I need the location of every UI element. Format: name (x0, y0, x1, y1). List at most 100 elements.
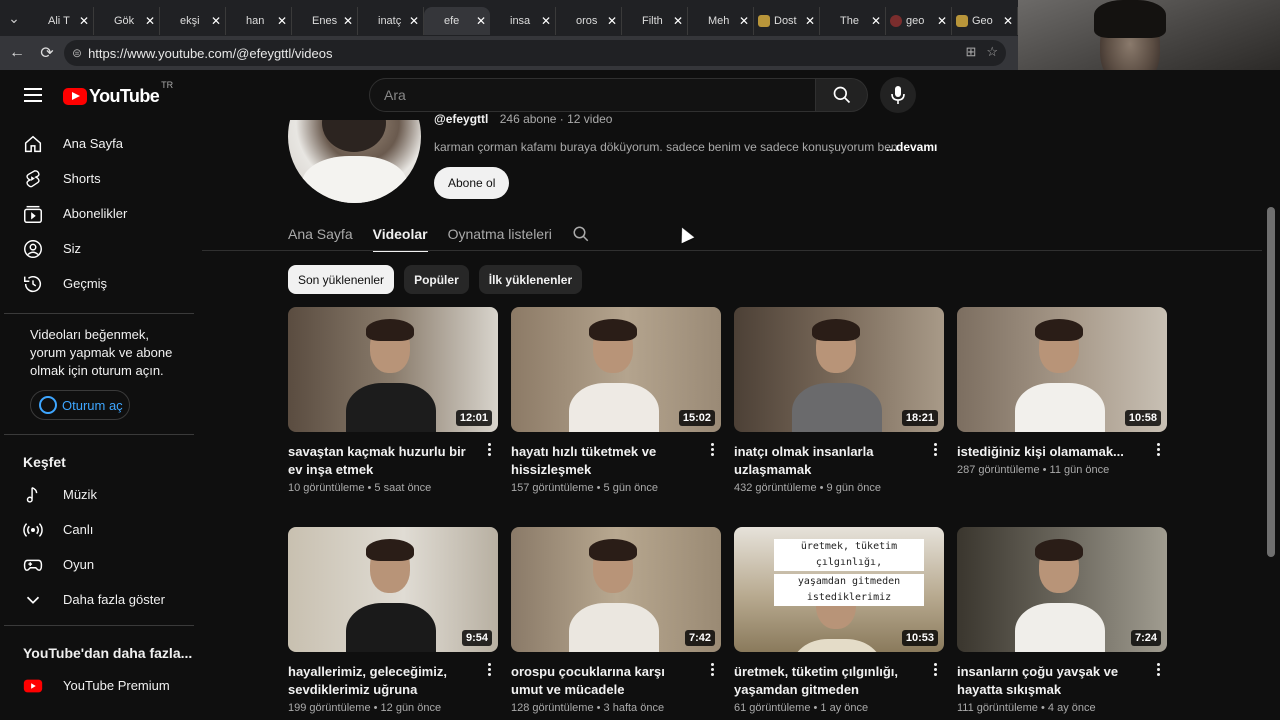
more-actions-icon[interactable] (703, 663, 721, 676)
tab-playlists[interactable]: Oynatma listeleri (448, 218, 552, 250)
video-card[interactable]: 15:02 hayatı hızlı tüketmek ve hissizleşm… (511, 307, 721, 494)
channel-meta: @efeygttl 246 abone · 12 video (434, 112, 612, 126)
back-button[interactable]: ← (2, 38, 32, 68)
browser-tab[interactable]: insa ✕ (490, 7, 556, 35)
close-icon[interactable]: ✕ (805, 14, 815, 28)
video-title[interactable]: savaştan kaçmak huzurlu bir ev inşa etme… (288, 443, 476, 479)
channel-search-button[interactable] (572, 218, 590, 250)
voice-search-button[interactable] (880, 77, 916, 113)
browser-tab[interactable]: Gök ✕ (94, 7, 160, 35)
video-card[interactable]: 7:42 orospu çocuklarına karşı umut ve müc… (511, 527, 721, 714)
sidebar-item[interactable]: Abonelikler (0, 196, 200, 231)
page-scrollbar[interactable] (1264, 147, 1280, 720)
youtube-logo[interactable]: YouTube TR (63, 80, 173, 107)
video-card[interactable]: 18:21 inatçı olmak insanlarla uzlaşmamak 4… (734, 307, 944, 494)
sidebar-item[interactable]: Shorts (0, 161, 200, 196)
browser-tab[interactable]: The ✕ (820, 7, 886, 35)
close-icon[interactable]: ✕ (79, 14, 89, 28)
browser-tab[interactable]: han ✕ (226, 7, 292, 35)
chip-popular[interactable]: Popüler (404, 265, 469, 294)
video-card[interactable]: üretmek, tüketim çılgınlığı, yaşamdan git… (734, 527, 944, 714)
chip-oldest[interactable]: İlk yüklenenler (478, 265, 583, 294)
close-icon[interactable]: ✕ (1003, 14, 1013, 28)
close-icon[interactable]: ✕ (673, 14, 683, 28)
browser-tab[interactable]: Ali T ✕ (28, 7, 94, 35)
search-input[interactable] (384, 87, 815, 103)
sidebar-item[interactable]: Siz (0, 231, 200, 266)
close-icon[interactable]: ✕ (476, 14, 486, 28)
description-more-link[interactable]: ...devamı (886, 140, 937, 154)
close-icon[interactable]: ✕ (409, 14, 419, 28)
browser-tab[interactable]: Enes ✕ (292, 7, 358, 35)
more-actions-icon[interactable] (480, 443, 498, 456)
video-title[interactable]: hayallerimiz, geleceğimiz, sevdiklerimiz… (288, 663, 476, 699)
browser-tab[interactable]: inatç ✕ (358, 7, 424, 35)
reload-button[interactable]: ⟳ (32, 38, 62, 68)
close-icon[interactable]: ✕ (607, 14, 617, 28)
tab-videos[interactable]: Videolar (372, 218, 428, 252)
channel-description[interactable]: karman çorman kafamı buraya döküyorum. s… (434, 140, 934, 154)
browser-tab[interactable]: geo ✕ (886, 7, 952, 35)
signin-button[interactable]: Oturum aç (30, 390, 130, 420)
bookmark-star-icon[interactable]: ☆ (986, 44, 998, 60)
video-thumbnail[interactable]: 10:58 (957, 307, 1167, 432)
video-title[interactable]: inatçı olmak insanlarla uzlaşmamak (734, 443, 922, 479)
browser-tab[interactable]: Filth ✕ (622, 7, 688, 35)
video-title[interactable]: istediğiniz kişi olamamak... (957, 443, 1145, 461)
close-icon[interactable]: ✕ (871, 14, 881, 28)
video-thumbnail[interactable]: 7:24 (957, 527, 1167, 652)
more-actions-icon[interactable] (703, 443, 721, 456)
video-card[interactable]: 10:58 istediğiniz kişi olamamak... 287 gör… (957, 307, 1167, 476)
address-bar[interactable]: ⊜ https://www.youtube.com/@efeygttl/vide… (64, 40, 1006, 66)
menu-icon[interactable] (24, 88, 42, 106)
close-icon[interactable]: ✕ (211, 14, 221, 28)
browser-tab[interactable]: Geo ✕ (952, 7, 1018, 35)
browser-tab[interactable]: efe ✕ (424, 7, 490, 35)
video-views: 10 görüntüleme (288, 482, 365, 494)
sidebar-item[interactable]: Müzik (0, 477, 200, 512)
browser-tab[interactable]: Dost ✕ (754, 7, 820, 35)
browser-tab[interactable]: Meh ✕ (688, 7, 754, 35)
video-card[interactable]: 9:54 hayallerimiz, geleceğimiz, sevdikler… (288, 527, 498, 714)
browser-tab[interactable]: oros ✕ (556, 7, 622, 35)
browser-tab[interactable]: ekşi ✕ (160, 7, 226, 35)
sidebar-item[interactable]: YouTube Premium (0, 668, 200, 703)
close-icon[interactable]: ✕ (145, 14, 155, 28)
more-actions-icon[interactable] (1149, 443, 1167, 456)
sidebar-item[interactable]: Ana Sayfa (0, 126, 200, 161)
video-title[interactable]: hayatı hızlı tüketmek ve hissizleşmek (511, 443, 699, 479)
tab-home[interactable]: Ana Sayfa (288, 218, 353, 250)
close-icon[interactable]: ✕ (343, 14, 353, 28)
close-icon[interactable]: ✕ (739, 14, 749, 28)
search-button[interactable] (816, 78, 868, 112)
site-info-icon[interactable]: ⊜ (72, 46, 82, 60)
video-thumbnail[interactable]: üretmek, tüketim çılgınlığı, yaşamdan git… (734, 527, 944, 652)
divider (4, 313, 194, 314)
video-title[interactable]: orospu çocuklarına karşı umut ve mücadel… (511, 663, 699, 699)
video-card[interactable]: 7:24 insanların çoğu yavşak ve hayatta sı… (957, 527, 1167, 714)
video-title[interactable]: insanların çoğu yavşak ve hayatta sıkışm… (957, 663, 1145, 699)
video-card[interactable]: 12:01 savaştan kaçmak huzurlu bir ev inşa… (288, 307, 498, 494)
more-actions-icon[interactable] (1149, 663, 1167, 676)
sidebar-item[interactable]: Geçmiş (0, 266, 200, 301)
install-app-icon[interactable]: ⊞ (965, 44, 976, 60)
more-actions-icon[interactable] (480, 663, 498, 676)
tab-search-button[interactable]: ⌄ (0, 0, 28, 36)
video-thumbnail[interactable]: 15:02 (511, 307, 721, 432)
sidebar-item[interactable]: Daha fazla göster (0, 582, 200, 617)
video-thumbnail[interactable]: 12:01 (288, 307, 498, 432)
video-thumbnail[interactable]: 18:21 (734, 307, 944, 432)
subscribe-button[interactable]: Abone ol (434, 167, 510, 199)
video-title[interactable]: üretmek, tüketim çılgınlığı, yaşamdan gi… (734, 663, 922, 699)
more-actions-icon[interactable] (926, 663, 944, 676)
more-actions-icon[interactable] (926, 443, 944, 456)
sidebar-item[interactable]: Oyun (0, 547, 200, 582)
close-icon[interactable]: ✕ (541, 14, 551, 28)
video-thumbnail[interactable]: 7:42 (511, 527, 721, 652)
close-icon[interactable]: ✕ (937, 14, 947, 28)
sidebar-item[interactable]: Canlı (0, 512, 200, 547)
close-icon[interactable]: ✕ (277, 14, 287, 28)
video-thumbnail[interactable]: 9:54 (288, 527, 498, 652)
channel-avatar[interactable] (288, 120, 421, 204)
chip-latest[interactable]: Son yüklenenler (288, 265, 395, 294)
